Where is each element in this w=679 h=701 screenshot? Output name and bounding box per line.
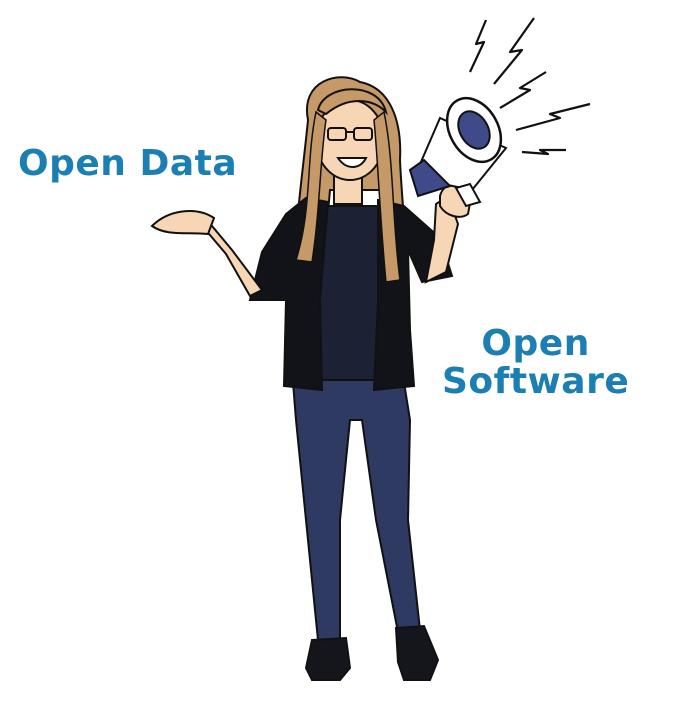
open-software-line2: Software (442, 360, 630, 402)
megaphone-icon (408, 96, 508, 208)
illustration-canvas: Open Data Open Software (0, 0, 679, 701)
open-software-label: Open Software (442, 325, 629, 401)
open-data-label: Open Data (18, 143, 238, 184)
open-software-line1: Open (481, 323, 590, 364)
